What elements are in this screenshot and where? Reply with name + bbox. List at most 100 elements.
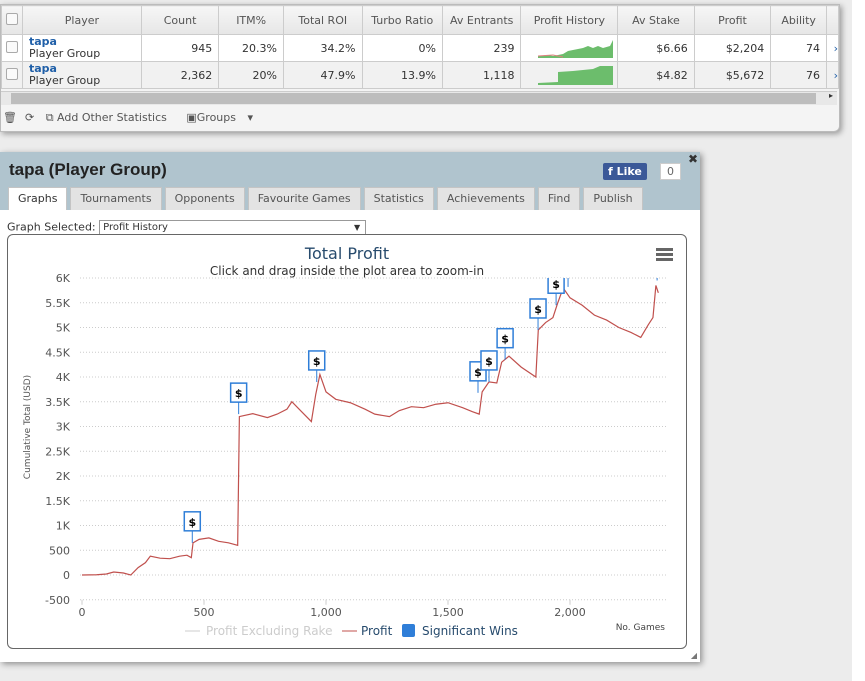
legend-profit-excluding-rake[interactable]: Profit Excluding Rake [206,624,332,638]
tab-statistics[interactable]: Statistics [363,187,434,210]
y-tick-label: 3.5K [45,396,70,409]
col-entrants[interactable]: Av Entrants [441,5,522,35]
tab-publish[interactable]: Publish [583,187,643,210]
significant-win-flag[interactable]: $ [496,327,514,360]
refresh-icon[interactable]: ⟳ [25,111,34,124]
graph-selected-label: Graph Selected: [7,220,96,234]
svg-text:$: $ [564,260,572,273]
cell-entrants: 239 [441,34,522,62]
scroll-right-icon[interactable]: ▸ [829,91,833,100]
y-tick-label: 2K [56,470,71,483]
cell-ability: 74 [770,34,828,62]
col-stake[interactable]: Av Stake [617,5,695,35]
select-all-checkbox[interactable] [1,5,23,35]
x-tick-label: 1,500 [432,606,464,619]
close-icon[interactable]: ✖ [688,152,698,166]
col-profit[interactable]: Profit [693,5,772,35]
col-ability[interactable]: Ability [770,5,828,35]
svg-text:$: $ [485,355,493,368]
like-count: 0 [660,163,681,180]
col-profit-history[interactable]: Profit History [520,5,619,35]
cell-profit: $5,672 [693,61,772,89]
tab-find[interactable]: Find [537,187,581,210]
tab-graphs[interactable]: Graphs [8,187,68,210]
cell-count: 945 [140,34,220,62]
svg-text:$: $ [235,387,243,400]
y-tick-label: -500 [45,594,70,607]
facebook-like-button[interactable]: f Like [603,163,647,180]
chart-container[interactable]: Total Profit Click and drag inside the pl… [7,234,687,649]
legend-profit[interactable]: Profit [361,624,393,638]
sparkline [520,61,619,89]
cell-stake: $6.66 [617,34,695,62]
sparkline [520,34,619,62]
row-checkbox[interactable] [6,67,18,80]
cell-roi: 47.9% [283,61,363,89]
profit-chart[interactable]: Total ProfitClick and drag inside the pl… [8,235,686,648]
dialog-title: tapa (Player Group) [9,160,167,179]
cell-turbo: 0% [361,34,443,62]
resize-handle-icon[interactable]: ◢ [691,651,697,660]
x-tick-label: 1,000 [310,606,342,619]
col-turbo[interactable]: Turbo Ratio [361,5,443,35]
svg-text:$: $ [552,278,560,291]
significant-win-flag[interactable]: $ [229,382,248,415]
y-tick-label: 0 [63,569,70,582]
y-tick-label: 3K [56,421,71,434]
row-checkbox[interactable] [6,40,18,53]
y-axis-label: Cumulative Total (USD) [23,375,33,479]
stats-table-panel: Player Count ITM% Total ROI Turbo Ratio … [0,4,840,132]
cell-stake: $4.82 [617,61,695,89]
horizontal-scrollbar[interactable]: ▸ [1,91,837,105]
x-axis-label: No. Games [616,623,666,633]
tab-favourite-games[interactable]: Favourite Games [247,187,361,210]
significant-win-flag[interactable]: $ [547,274,565,306]
y-tick-label: 2.5K [45,445,70,458]
cell-roi: 34.2% [283,34,363,62]
col-player[interactable]: Player [22,5,142,35]
table-toolbar: 🗑 ⟳ ⧉ Add Other Statistics ▣Groups ▾ [3,111,261,125]
y-tick-label: 4K [56,371,71,384]
chart-subtitle: Click and drag inside the plot area to z… [210,264,484,278]
tab-tournaments[interactable]: Tournaments [70,187,162,210]
svg-text:$: $ [313,355,321,368]
row-link-icon[interactable]: › [826,61,839,89]
y-tick-label: 1.5K [45,495,70,508]
tab-achievements[interactable]: Achievements [436,187,535,210]
row-link-icon[interactable]: › [826,34,839,62]
x-tick-label: 2,000 [554,606,586,619]
table-row[interactable]: tapa Player Group 2,362 20% 47.9% 13.9% 1… [1,61,839,89]
cell-ability: 76 [770,61,828,89]
cell-entrants: 1,118 [441,61,522,89]
groups-button[interactable]: ▣Groups ▾ [186,111,253,124]
graph-select[interactable]: Profit History ▼ [99,220,367,235]
x-tick-label: 0 [79,606,86,619]
add-statistics-button[interactable]: ⧉ Add Other Statistics [46,111,175,124]
y-tick-label: 5.5K [45,297,70,310]
y-tick-label: 500 [49,544,70,557]
trash-icon[interactable]: 🗑 [3,111,17,124]
legend-wins-swatch [402,624,415,637]
y-tick-label: 6K [56,272,71,285]
cell-profit: $2,204 [693,34,772,62]
significant-win-flag[interactable]: $ [183,511,202,543]
table-row[interactable]: tapa Player Group 945 20.3% 34.2% 0% 239 … [1,34,839,62]
tab-opponents[interactable]: Opponents [164,187,245,210]
player-sub: Player Group [29,74,101,87]
svg-text:$: $ [501,333,509,346]
cell-itm: 20.3% [218,34,284,62]
col-count[interactable]: Count [140,5,220,35]
profit-line[interactable] [81,285,659,576]
cell-count: 2,362 [140,61,220,89]
cell-turbo: 13.9% [361,61,443,89]
col-roi[interactable]: Total ROI [283,5,363,35]
col-itm[interactable]: ITM% [218,5,284,35]
chart-menu-icon[interactable] [656,248,673,261]
cell-itm: 20% [218,61,284,89]
player-dialog: tapa (Player Group) f Like 0 ✖ Graphs Tou… [0,152,700,662]
scrollbar-thumb[interactable] [11,93,816,104]
svg-text:$: $ [534,303,542,316]
y-tick-label: 1K [56,520,71,533]
page-scrollbar[interactable] [852,0,865,681]
legend-significant-wins[interactable]: Significant Wins [422,624,518,638]
